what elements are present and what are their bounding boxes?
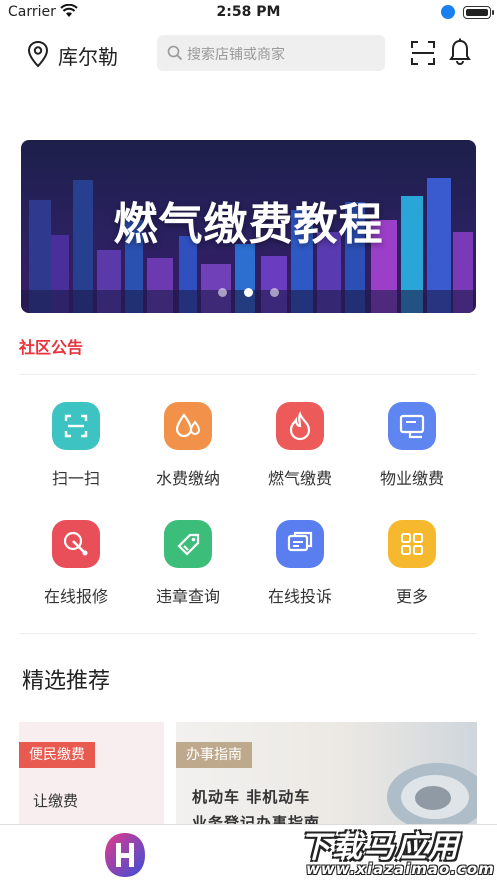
- complaint-icon: [276, 520, 324, 568]
- watermark-url: www.xiazaimao.com: [306, 860, 495, 878]
- service-property[interactable]: 物业缴费: [356, 402, 468, 489]
- scan-icon: [52, 402, 100, 450]
- violation-icon: [164, 520, 212, 568]
- search-icon: [167, 45, 183, 61]
- pagination-dot-active[interactable]: [244, 288, 253, 297]
- divider: [19, 374, 477, 375]
- watermark: 下载马应用 www.xiazaimao.com: [292, 820, 497, 883]
- search-placeholder: 搜索店铺或商家: [187, 47, 285, 63]
- repair-icon: [52, 520, 100, 568]
- app-logo-icon[interactable]: [99, 829, 151, 881]
- service-label: 违章查询: [155, 587, 220, 606]
- location-services-icon: [441, 5, 455, 19]
- service-label: 更多: [395, 587, 428, 606]
- location-pin-icon[interactable]: [26, 40, 50, 68]
- city-selector[interactable]: 库尔勒: [58, 41, 118, 70]
- banner-pagination[interactable]: [21, 282, 476, 301]
- community-notice-label[interactable]: 社区公告: [19, 334, 83, 358]
- service-water[interactable]: 水费缴纳: [132, 402, 244, 489]
- service-more[interactable]: 更多: [356, 520, 468, 607]
- service-label: 在线投诉: [267, 587, 332, 606]
- card-text: 机动车 非机动车: [192, 788, 311, 806]
- banner-title: 燃气缴费教程: [113, 199, 384, 250]
- card-tag: 办事指南: [176, 742, 252, 768]
- bell-icon[interactable]: [448, 38, 472, 66]
- recommend-section-title: 精选推荐: [22, 669, 111, 694]
- service-label: 物业缴费: [379, 469, 444, 488]
- clock: 2:58 PM: [216, 4, 281, 20]
- service-scan[interactable]: 扫一扫: [20, 402, 132, 489]
- service-label: 燃气缴费: [267, 469, 332, 488]
- service-label: 扫一扫: [51, 469, 100, 488]
- service-gas[interactable]: 燃气缴费: [244, 402, 356, 489]
- flame-icon: [276, 402, 324, 450]
- scan-icon[interactable]: [410, 40, 436, 66]
- card-tag: 便民缴费: [19, 742, 95, 768]
- service-repair[interactable]: 在线报修: [20, 520, 132, 607]
- property-icon: [388, 402, 436, 450]
- more-grid-icon: [388, 520, 436, 568]
- water-drop-icon: [164, 402, 212, 450]
- service-label: 在线报修: [43, 587, 108, 606]
- pagination-dot[interactable]: [217, 288, 227, 297]
- card-text: 让缴费: [33, 792, 79, 810]
- top-nav: 库尔勒 搜索店铺或商家: [0, 34, 497, 74]
- promo-banner[interactable]: 燃气缴费教程: [21, 140, 476, 313]
- service-label: 水费缴纳: [155, 469, 220, 488]
- service-violation[interactable]: 违章查询: [132, 520, 244, 607]
- pagination-dot[interactable]: [270, 288, 280, 297]
- status-bar: Carrier 2:58 PM: [0, 0, 497, 26]
- service-complaint[interactable]: 在线投诉: [244, 520, 356, 607]
- search-input[interactable]: 搜索店铺或商家: [157, 35, 385, 71]
- divider: [19, 633, 477, 634]
- battery-icon: [463, 6, 494, 19]
